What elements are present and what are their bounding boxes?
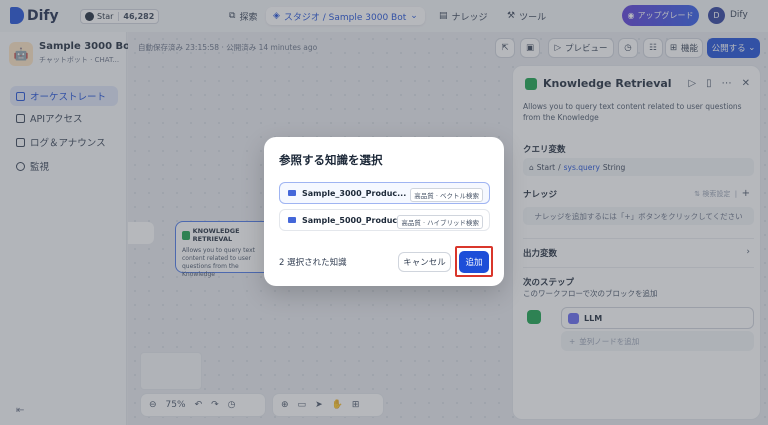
- knowledge-item[interactable]: Sample_5000_Produc... 高品質 · ハイブリッド検索: [279, 209, 490, 231]
- highlight-box: [455, 246, 493, 277]
- folder-icon: [288, 217, 296, 223]
- knowledge-tag: 高品質 · ベクトル検索: [410, 188, 483, 202]
- knowledge-tag: 高品質 · ハイブリッド検索: [397, 215, 483, 229]
- knowledge-item[interactable]: Sample_3000_Produc... 高品質 · ベクトル検索: [279, 182, 490, 204]
- knowledge-name: Sample_3000_Produc...: [302, 188, 407, 198]
- selected-count: 2 選択された知識: [279, 258, 347, 268]
- knowledge-name: Sample_5000_Produc...: [302, 215, 407, 225]
- dialog-title: 参照する知識を選択: [279, 153, 383, 167]
- cancel-button[interactable]: キャンセル: [398, 252, 451, 272]
- folder-icon: [288, 190, 296, 196]
